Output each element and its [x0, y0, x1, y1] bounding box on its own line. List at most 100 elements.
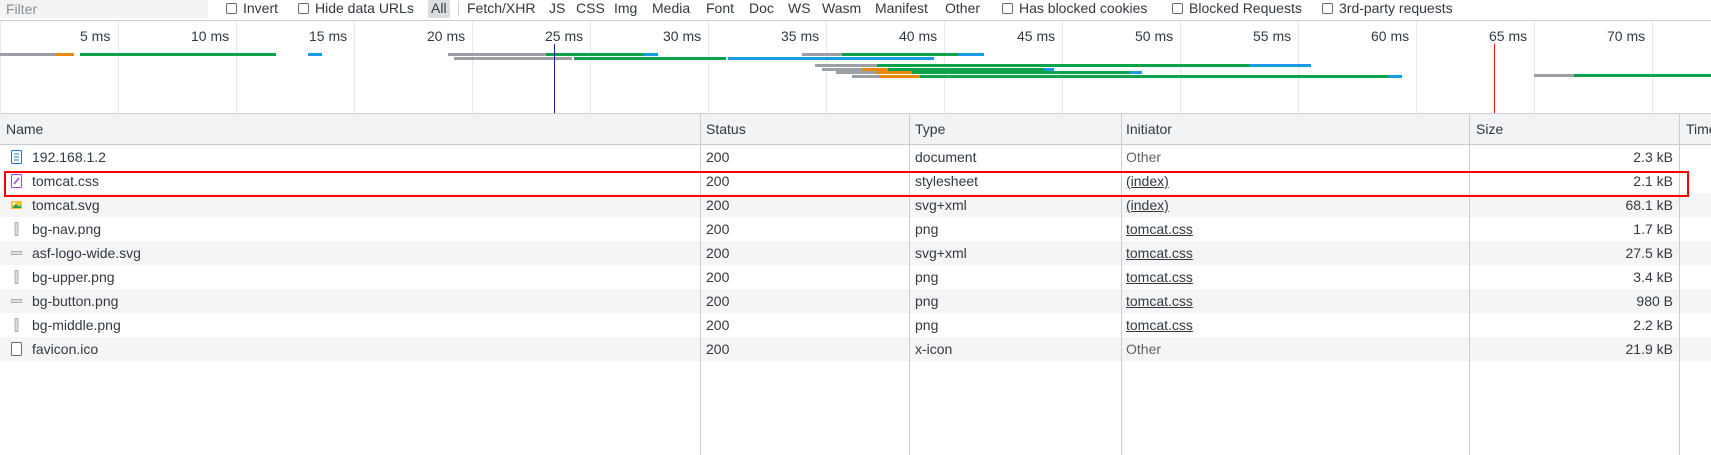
initiator-link[interactable]: tomcat.css [1126, 217, 1193, 241]
request-name-cell[interactable]: 192.168.1.2 [0, 145, 700, 169]
size-cell: 2.2 kB [1633, 317, 1673, 333]
status-cell: 200 [706, 197, 730, 213]
timeline-tick-label: 45 ms [1017, 28, 1056, 44]
grid-line [472, 21, 473, 113]
type-cell: png [915, 317, 939, 333]
request-name-cell[interactable]: bg-upper.png [0, 265, 700, 289]
waterfall-bar-ttfb [546, 53, 644, 56]
grid-line [1298, 21, 1299, 113]
waterfall-bar-waiting [802, 53, 842, 56]
request-name-cell[interactable]: favicon.ico [0, 337, 700, 361]
waterfall-bar-queue [56, 53, 74, 56]
network-overview-timeline[interactable]: 5 ms 10 ms 15 ms 20 ms 25 ms 30 ms 35 ms… [0, 21, 1711, 113]
load-event-marker [1494, 44, 1495, 113]
waterfall-bar-ttfb [842, 53, 958, 56]
type-filter-doc[interactable]: Doc [749, 0, 774, 18]
hide-data-urls-label: Hide data URLs [315, 0, 414, 16]
table-row[interactable]: bg-upper.png 200 png tomcat.css 3.4 kB [0, 265, 1711, 289]
waterfall-bar-download [1388, 75, 1402, 78]
initiator-link[interactable]: tomcat.css [1126, 313, 1193, 337]
grid-line [826, 21, 827, 113]
type-filter-ws[interactable]: WS [788, 0, 811, 18]
type-filter-font[interactable]: Font [706, 0, 734, 18]
table-row[interactable]: bg-nav.png 200 png tomcat.css 1.7 kB [0, 217, 1711, 241]
image-thin-icon [14, 318, 19, 332]
grid-line [590, 21, 591, 113]
table-row-selected[interactable]: tomcat.css 200 stylesheet (index) 2.1 kB [0, 169, 1711, 193]
column-header-name[interactable]: Name [6, 114, 43, 144]
initiator-link[interactable]: (index) [1126, 169, 1169, 193]
type-filter-fetch-xhr[interactable]: Fetch/XHR [467, 0, 535, 18]
grid-line [0, 21, 1, 113]
image-thin-icon [14, 270, 19, 284]
waterfall-bar-waiting [1534, 74, 1574, 77]
size-cell: 21.9 kB [1625, 341, 1673, 357]
status-cell: 200 [706, 221, 730, 237]
request-name-cell[interactable]: bg-nav.png [0, 217, 700, 241]
table-row[interactable]: 192.168.1.2 200 document Other 2.3 kB [0, 145, 1711, 169]
type-cell: stylesheet [915, 173, 979, 189]
initiator-link[interactable]: (index) [1126, 193, 1169, 217]
request-name-cell[interactable]: bg-button.png [0, 289, 700, 313]
request-name-cell[interactable]: bg-middle.png [0, 313, 700, 337]
blocked-requests-checkbox-box[interactable] [1172, 3, 1183, 14]
filter-input[interactable] [0, 0, 208, 18]
request-name: tomcat.svg [32, 197, 100, 213]
timeline-tick-label: 50 ms [1135, 28, 1174, 44]
type-filter-wasm[interactable]: Wasm [822, 0, 861, 18]
column-header-status[interactable]: Status [706, 114, 746, 144]
has-blocked-cookies-checkbox-box[interactable] [1002, 3, 1013, 14]
table-row[interactable]: tomcat.svg 200 svg+xml (index) 68.1 kB [0, 193, 1711, 217]
waterfall-bar-ttfb [877, 64, 1249, 67]
initiator-link[interactable]: tomcat.css [1126, 241, 1193, 265]
hide-data-urls-checkbox-box[interactable] [298, 3, 309, 14]
third-party-requests-label: 3rd-party requests [1339, 0, 1453, 16]
grid-line [1180, 21, 1181, 113]
size-cell: 2.3 kB [1633, 149, 1673, 165]
column-header-type[interactable]: Type [915, 114, 945, 144]
blocked-requests-checkbox[interactable]: Blocked Requests [1172, 0, 1302, 18]
timeline-tick-label: 5 ms [80, 28, 111, 44]
table-row[interactable]: bg-button.png 200 png tomcat.css 980 B [0, 289, 1711, 313]
table-row[interactable]: favicon.ico 200 x-icon Other 21.9 kB [0, 337, 1711, 361]
request-name-cell[interactable]: tomcat.svg [0, 193, 700, 217]
size-cell: 3.4 kB [1633, 269, 1673, 285]
column-header-size[interactable]: Size [1476, 114, 1503, 144]
invert-checkbox[interactable]: Invert [226, 0, 278, 18]
type-filter-manifest[interactable]: Manifest [875, 0, 928, 18]
waterfall-bar-download [958, 53, 984, 56]
network-request-table: Name Status Type Initiator Size Time 192… [0, 114, 1711, 455]
request-name-cell[interactable]: tomcat.css [0, 169, 700, 193]
request-name-cell[interactable]: asf-logo-wide.svg [0, 241, 700, 265]
column-header-initiator[interactable]: Initiator [1126, 114, 1172, 144]
has-blocked-cookies-checkbox[interactable]: Has blocked cookies [1002, 0, 1147, 18]
grid-line [944, 21, 945, 113]
type-filter-all[interactable]: All [428, 0, 450, 18]
waterfall-bar-download [1130, 71, 1142, 74]
type-filter-js[interactable]: JS [549, 0, 565, 18]
table-row[interactable]: asf-logo-wide.svg 200 svg+xml tomcat.css… [0, 241, 1711, 265]
waterfall-bar-waiting [815, 64, 877, 67]
invert-label: Invert [243, 0, 279, 16]
hide-data-urls-checkbox[interactable]: Hide data URLs [298, 0, 414, 18]
status-cell: 200 [706, 245, 730, 261]
request-name: bg-button.png [32, 293, 119, 309]
image-icon [11, 201, 22, 209]
third-party-requests-checkbox-box[interactable] [1322, 3, 1333, 14]
grid-line [1062, 21, 1063, 113]
table-row[interactable]: bg-middle.png 200 png tomcat.css 2.2 kB [0, 313, 1711, 337]
type-filter-css[interactable]: CSS [576, 0, 605, 18]
invert-checkbox-box[interactable] [226, 3, 237, 14]
has-blocked-cookies-label: Has blocked cookies [1019, 0, 1148, 16]
third-party-requests-checkbox[interactable]: 3rd-party requests [1322, 0, 1453, 18]
waterfall-bar-download [308, 53, 322, 56]
initiator-link[interactable]: tomcat.css [1126, 289, 1193, 313]
type-filter-other[interactable]: Other [945, 0, 980, 18]
column-header-time[interactable]: Time [1686, 114, 1711, 144]
type-filter-img[interactable]: Img [614, 0, 637, 18]
type-filter-media[interactable]: Media [652, 0, 690, 18]
waterfall-bar-waiting [836, 71, 876, 74]
initiator-link[interactable]: tomcat.css [1126, 265, 1193, 289]
waterfall-bar-ttfb [80, 53, 276, 56]
timeline-tick-label: 30 ms [663, 28, 702, 44]
